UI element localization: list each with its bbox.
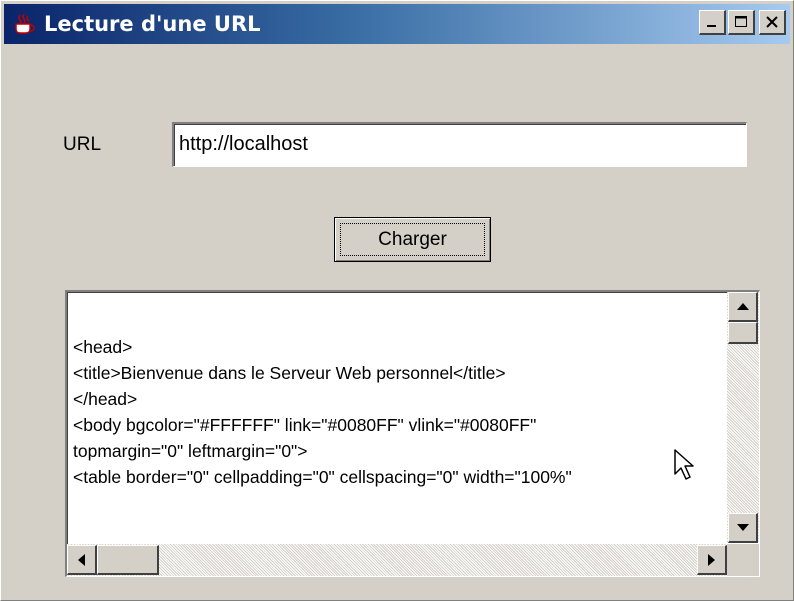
- close-icon: [766, 16, 778, 28]
- content-line: <head>: [73, 337, 133, 357]
- java-cup-icon: [10, 10, 38, 38]
- url-input[interactable]: http://localhost: [171, 121, 748, 168]
- minimize-icon: [707, 25, 716, 27]
- charger-button[interactable]: Charger: [334, 217, 491, 262]
- mouse-pointer-icon: [673, 448, 697, 486]
- horizontal-scrollbar[interactable]: [67, 544, 727, 576]
- arrow-down-icon: [736, 524, 749, 531]
- window-controls: [699, 10, 786, 35]
- horizontal-scroll-thumb[interactable]: [97, 545, 159, 575]
- content-text: <head> <title>Bienvenue dans le Serveur …: [73, 334, 721, 490]
- charger-button-label: Charger: [378, 228, 447, 250]
- content-line: </head>: [73, 389, 138, 409]
- maximize-button[interactable]: [728, 10, 755, 35]
- content-line: <body bgcolor="#FFFFFF" link="#0080FF" v…: [73, 415, 537, 435]
- vertical-scroll-thumb[interactable]: [728, 322, 758, 344]
- scroll-left-button[interactable]: [67, 545, 97, 575]
- scroll-down-button[interactable]: [728, 513, 758, 543]
- close-button[interactable]: [759, 10, 786, 35]
- content-line: <table border="0" cellpadding="0" cellsp…: [73, 467, 572, 487]
- scrollbar-corner: [727, 544, 759, 576]
- maximize-icon: [735, 16, 747, 27]
- url-label: URL: [63, 134, 102, 155]
- vertical-scrollbar[interactable]: [727, 292, 759, 543]
- content-line: <title>Bienvenue dans le Serveur Web per…: [73, 363, 506, 383]
- scroll-right-button[interactable]: [697, 545, 727, 575]
- content-line: topmargin="0" leftmargin="0">: [73, 441, 308, 461]
- window-title: Lecture d'une URL: [44, 12, 261, 36]
- arrow-right-icon: [708, 553, 715, 566]
- arrow-left-icon: [78, 553, 85, 566]
- app-window: Lecture d'une URL URL http://localhost C…: [0, 0, 794, 601]
- arrow-up-icon: [736, 303, 749, 310]
- content-textarea[interactable]: <head> <title>Bienvenue dans le Serveur …: [65, 290, 760, 577]
- title-bar[interactable]: Lecture d'une URL: [4, 4, 790, 44]
- scroll-up-button[interactable]: [728, 292, 758, 322]
- minimize-button[interactable]: [699, 10, 726, 35]
